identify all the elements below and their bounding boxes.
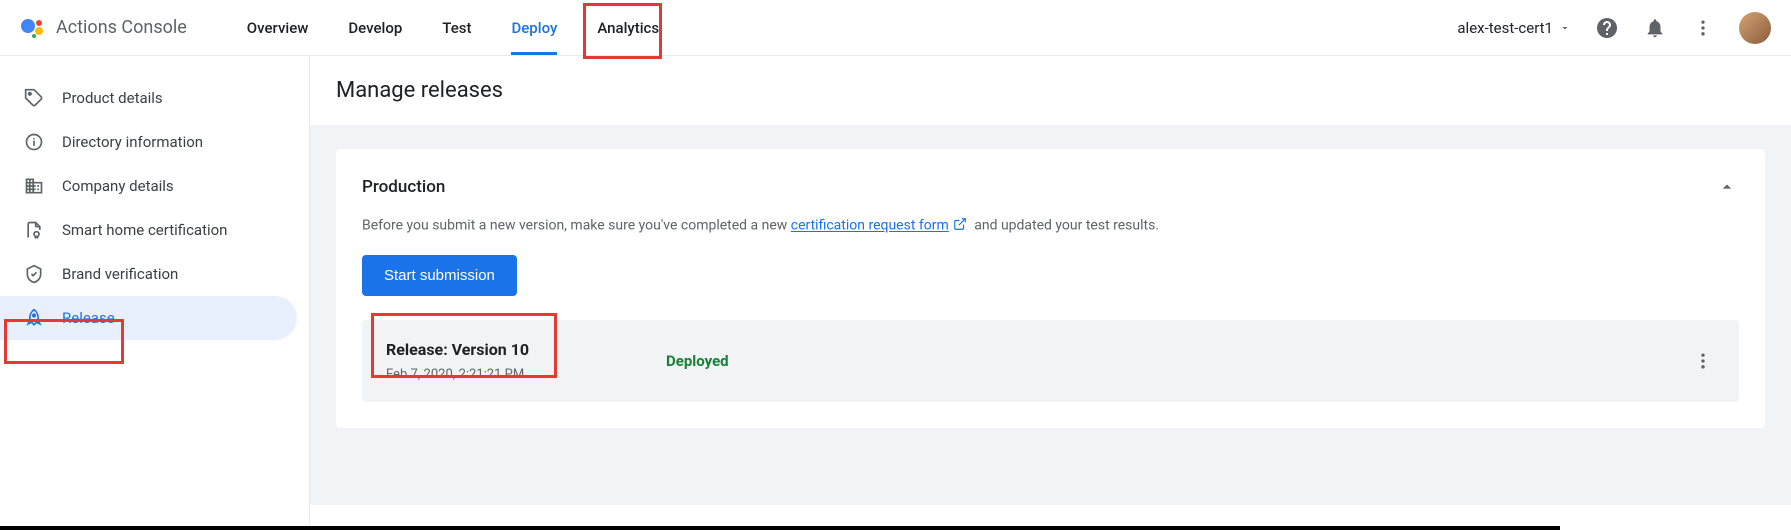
release-more-menu[interactable] [1691, 349, 1715, 373]
sidebar-item-label: Release [62, 309, 115, 327]
helper-prefix: Before you submit a new version, make su… [362, 218, 791, 234]
app-title: Actions Console [56, 17, 187, 38]
production-card: Production Before you submit a new versi… [336, 149, 1765, 428]
sidebar: Product details Directory information Co… [0, 56, 310, 526]
help-icon[interactable] [1595, 16, 1619, 40]
shield-check-icon [24, 264, 44, 284]
sidebar-item-release[interactable]: Release [0, 296, 297, 340]
domain-icon [24, 176, 44, 196]
sidebar-item-brand-verification[interactable]: Brand verification [0, 252, 297, 296]
sidebar-item-product-details[interactable]: Product details [0, 76, 297, 120]
tab-test[interactable]: Test [442, 1, 471, 55]
rocket-icon [24, 308, 44, 328]
helper-suffix: and updated your test results. [971, 218, 1159, 234]
cert-request-link[interactable]: certification request form [791, 218, 949, 234]
chevron-down-icon [1559, 22, 1571, 34]
content-area: Production Before you submit a new versi… [310, 125, 1791, 505]
release-status: Deployed [666, 352, 729, 370]
tag-icon [24, 88, 44, 108]
sidebar-item-label: Product details [62, 89, 163, 107]
assistant-logo-icon [20, 16, 44, 40]
release-row: Release: Version 10 Feb 7, 2020, 2:21:21… [362, 320, 1739, 402]
sidebar-item-company-details[interactable]: Company details [0, 164, 297, 208]
header-right: alex-test-cert1 [1457, 12, 1771, 44]
nav-tabs: Overview Develop Test Deploy Analytics [247, 1, 1458, 55]
section-title: Production [362, 177, 445, 197]
sidebar-item-smart-home-cert[interactable]: Smart home certification [0, 208, 297, 252]
sidebar-item-label: Company details [62, 177, 174, 195]
sidebar-item-label: Brand verification [62, 265, 178, 283]
page-title: Manage releases [310, 56, 1791, 125]
sidebar-item-directory-info[interactable]: Directory information [0, 120, 297, 164]
collapse-icon[interactable] [1715, 175, 1739, 199]
notifications-icon[interactable] [1643, 16, 1667, 40]
info-icon [24, 132, 44, 152]
bottom-edge [0, 526, 1560, 530]
more-vert-icon[interactable] [1691, 16, 1715, 40]
tab-overview[interactable]: Overview [247, 1, 309, 55]
external-link-icon [953, 219, 967, 235]
sidebar-item-label: Smart home certification [62, 221, 227, 239]
release-title: Release: Version 10 [386, 340, 666, 359]
tab-deploy[interactable]: Deploy [511, 1, 557, 55]
sidebar-item-label: Directory information [62, 133, 203, 151]
tab-analytics[interactable]: Analytics [597, 1, 659, 55]
tab-develop[interactable]: Develop [348, 1, 402, 55]
release-date: Feb 7, 2020, 2:21:21 PM [386, 367, 666, 382]
certificate-icon [24, 220, 44, 240]
project-name: alex-test-cert1 [1457, 19, 1553, 37]
logo-block: Actions Console [20, 16, 187, 40]
avatar[interactable] [1739, 12, 1771, 44]
top-header: Actions Console Overview Develop Test De… [0, 0, 1791, 56]
start-submission-button[interactable]: Start submission [362, 255, 517, 296]
project-selector[interactable]: alex-test-cert1 [1457, 19, 1571, 37]
main-content: Manage releases Production Before you su… [310, 56, 1791, 526]
helper-text: Before you submit a new version, make su… [362, 217, 1739, 235]
